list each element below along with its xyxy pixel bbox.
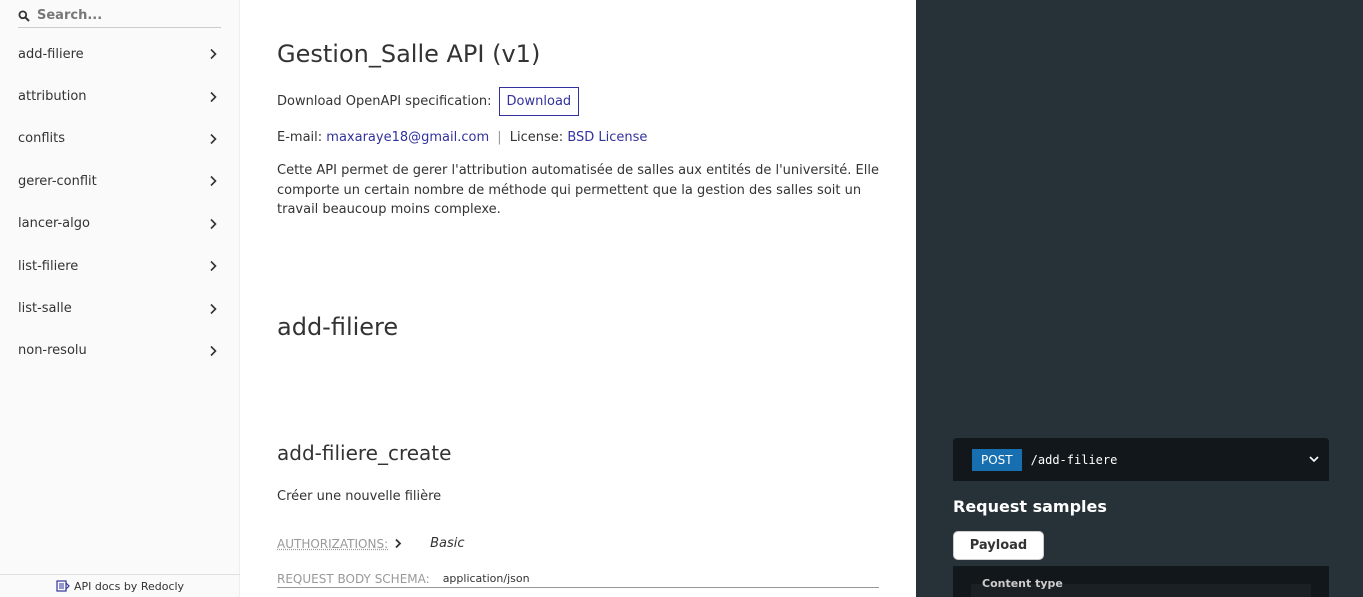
- sample-box: Content type: [953, 566, 1329, 597]
- chevron-right-icon: [210, 91, 217, 102]
- sidebar-item-add-filiere[interactable]: add-filiere: [0, 33, 240, 75]
- main-content: Gestion_Salle API (v1) Download OpenAPI …: [240, 0, 916, 597]
- sidebar-item-gerer-conflit[interactable]: gerer-conflit: [0, 160, 240, 202]
- request-body-content-type: application/json: [442, 572, 530, 585]
- chevron-right-icon: [210, 49, 217, 60]
- chevron-right-icon: [210, 176, 217, 187]
- search-input[interactable]: [37, 8, 207, 23]
- search-box: [18, 4, 221, 28]
- license-label: License:: [509, 130, 564, 145]
- api-description: Cette API permet de gerer l'attribution …: [277, 163, 879, 217]
- tab-payload[interactable]: Payload: [953, 531, 1044, 560]
- sidebar-menu: add-filiere attribution conflits gerer-c…: [0, 33, 240, 372]
- sidebar: add-filiere attribution conflits gerer-c…: [0, 0, 240, 597]
- separator: |: [497, 130, 502, 145]
- chevron-right-icon: [210, 345, 217, 356]
- authorizations-toggle[interactable]: AUTHORIZATIONS:: [277, 537, 388, 551]
- sidebar-item-label: lancer-algo: [18, 216, 90, 232]
- sidebar-item-non-resolu[interactable]: non-resolu: [0, 330, 240, 372]
- sidebar-item-label: non-resolu: [18, 343, 87, 359]
- request-body-schema-row: REQUEST BODY SCHEMA: application/json: [277, 570, 879, 588]
- contact-info: E-mail: maxaraye18@gmail.com | License: …: [277, 130, 647, 145]
- download-row: Download OpenAPI specification: Download: [277, 87, 580, 116]
- sidebar-item-lancer-algo[interactable]: lancer-algo: [0, 203, 240, 245]
- section-title: add-filiere: [277, 313, 399, 341]
- email-label: E-mail:: [277, 130, 323, 145]
- chevron-right-icon: [210, 133, 217, 145]
- search-icon: [18, 10, 30, 22]
- http-method-badge: POST: [972, 448, 1022, 471]
- redocly-footer-link[interactable]: API docs by Redocly: [0, 574, 240, 597]
- endpoint-toggle[interactable]: POST /add-filiere: [953, 438, 1329, 481]
- sidebar-item-attribution[interactable]: attribution: [0, 75, 240, 117]
- request-samples-title: Request samples: [953, 497, 1107, 516]
- chevron-down-icon: [1309, 456, 1319, 463]
- license-link[interactable]: BSD License: [567, 130, 647, 145]
- footer-label: API docs by Redocly: [73, 579, 185, 593]
- sidebar-item-label: list-filiere: [18, 258, 79, 274]
- page-title: Gestion_Salle API (v1): [277, 40, 541, 68]
- sidebar-item-label: gerer-conflit: [18, 173, 97, 189]
- operation-description: Créer une nouvelle filière: [277, 489, 442, 504]
- authorizations-value: Basic: [430, 536, 465, 551]
- chevron-right-icon[interactable]: [394, 538, 402, 549]
- sidebar-item-label: add-filiere: [18, 46, 84, 62]
- operation-title: add-filiere_create: [277, 441, 452, 465]
- samples-panel: POST /add-filiere Request samples Payloa…: [916, 0, 1363, 597]
- email-link[interactable]: maxaraye18@gmail.com: [326, 130, 489, 145]
- sidebar-item-label: attribution: [18, 89, 87, 105]
- authorizations-row: AUTHORIZATIONS: Basic: [277, 536, 465, 551]
- sidebar-item-conflits[interactable]: conflits: [0, 118, 240, 160]
- sidebar-item-list-salle[interactable]: list-salle: [0, 287, 240, 329]
- redocly-logo-icon: [56, 580, 70, 592]
- endpoint-path: /add-filiere: [1030, 452, 1118, 467]
- sidebar-item-list-filiere[interactable]: list-filiere: [0, 245, 240, 287]
- sidebar-item-label: list-salle: [18, 301, 72, 317]
- sidebar-item-label: conflits: [18, 131, 66, 147]
- chevron-right-icon: [210, 218, 217, 229]
- request-body-label: REQUEST BODY SCHEMA:: [277, 571, 430, 586]
- chevron-right-icon: [210, 261, 217, 272]
- chevron-right-icon: [210, 303, 217, 314]
- content-type-label: Content type: [982, 577, 1063, 590]
- download-button[interactable]: Download: [498, 87, 580, 116]
- download-label: Download OpenAPI specification:: [277, 94, 492, 109]
